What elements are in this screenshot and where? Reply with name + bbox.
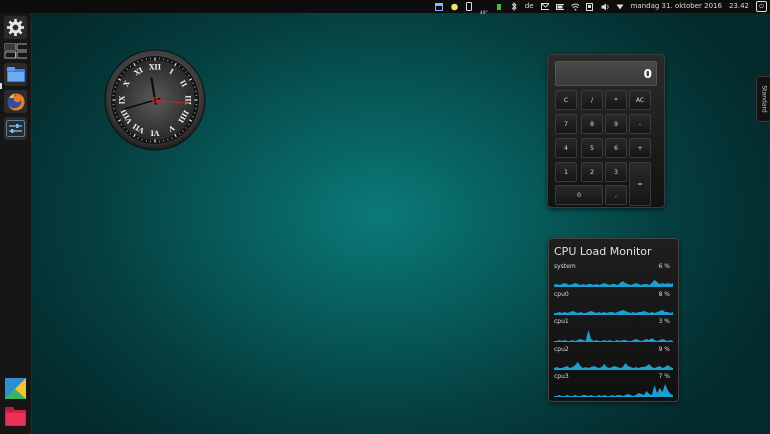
cpu-load-monitor-widget: CPU Load Monitor system 6 % cpu0 8 % cpu1 3 %… [548,238,679,402]
cpu-load-area [554,384,673,397]
green-status-icon[interactable] [495,3,503,11]
calc-key-four[interactable]: 4 [555,138,577,158]
cpu-load-area [554,330,673,342]
cpu-load-graph [554,330,673,342]
temperature-value: 49° [479,10,488,16]
calc-key-three[interactable]: 3 [605,162,627,182]
calc-key-comma[interactable]: , [605,185,627,205]
cpu-row-name: cpu0 [554,290,569,298]
calendar-icon[interactable] [434,2,443,11]
date-label[interactable]: mandag 31. oktober 2016 [631,0,722,13]
calc-key-eight[interactable]: 8 [581,114,603,134]
cpu-row-value: 6 % [658,263,670,270]
system-tray: ° 49° de mandag 31. oktober 2016 23.42 ⏻ [434,0,770,16]
folder-icon[interactable] [4,405,27,428]
analog-clock-widget[interactable]: XII I II III IIII V VI VII VIII IX X XI [103,48,207,152]
cpu-load-graph [554,280,673,287]
temperature-indicator[interactable]: ° 49° [480,0,488,20]
cpu-load-area [554,280,673,287]
power-icon[interactable]: ⏻ [756,1,767,12]
clock-numeral: XII [149,63,161,72]
dropdown-arrow-icon[interactable] [616,3,624,11]
cpu-load-area [554,361,673,370]
cpu-load-graph [554,384,673,397]
active-indicator [0,83,2,89]
calc-key-divide[interactable]: / [581,90,603,110]
files-icon[interactable] [4,63,27,86]
mail-icon[interactable] [540,3,549,11]
cpu-row-value: 7 % [658,373,670,380]
phone-icon[interactable] [465,2,473,11]
launcher [0,13,32,434]
calc-key-one[interactable]: 1 [555,162,577,182]
cpu-load-graph [554,309,673,315]
cpu-row-name: cpu1 [554,318,569,325]
side-panel-tab[interactable]: Standard [756,76,770,122]
calc-key-zero[interactable]: 0 [555,185,603,205]
calculator-widget: 0 C / * AC 7 8 9- 4 5 6 +1 2 3 = 0, [547,54,665,208]
cpu-load-area [554,309,673,315]
battery-icon[interactable] [555,3,564,11]
clock-numeral: VI [151,129,161,138]
top-panel: ° 49° de mandag 31. oktober 2016 23.42 ⏻ [0,0,770,16]
cpu-row-cpu2: cpu2 9 % [554,346,673,372]
cpu-monitor-title: CPU Load Monitor [554,245,652,258]
calc-key-all-clear[interactable]: AC [629,90,651,110]
clock-numeral: IX [118,95,127,104]
cpu-load-graph [554,361,673,370]
kde-app-icon[interactable] [4,377,27,400]
cpu-row-system: system 6 % [554,263,673,289]
cpu-row-cpu1: cpu1 3 % [554,318,673,344]
cpu-row-value: 9 % [658,345,670,353]
calc-key-minus[interactable]: - [629,114,651,134]
calc-key-clear[interactable]: C [555,90,577,110]
cpu-row-name: cpu3 [554,373,569,380]
weather-icon[interactable] [450,3,458,11]
calc-key-multiply[interactable]: * [605,90,627,110]
workspace-switcher-icon[interactable] [4,42,27,59]
cpu-row-name: cpu2 [554,345,569,353]
cpu-row-name: system [554,263,576,270]
clock-face: XII IIIIIIIIIIVVIVIIVIIIIXXXI [104,49,206,151]
sync-icon[interactable] [586,2,594,11]
calculator-display: 0 [555,61,657,86]
firefox-icon[interactable] [4,90,27,113]
cpu-row-cpu0: cpu0 8 % [554,291,673,317]
wifi-icon[interactable] [570,3,579,11]
bluetooth-icon[interactable] [510,2,518,11]
calc-key-seven[interactable]: 7 [555,114,577,134]
calc-key-six[interactable]: 6 [605,138,627,158]
cpu-row-value: 8 % [658,290,670,298]
keyboard-layout[interactable]: de [525,0,534,13]
calc-key-plus[interactable]: + [629,138,651,158]
side-panel-label: Standard [760,85,767,113]
time-label[interactable]: 23.42 [729,0,749,13]
cpu-row-cpu3: cpu3 7 % [554,373,673,399]
calc-key-five[interactable]: 5 [581,138,603,158]
calc-key-equals[interactable]: = [629,162,651,206]
calc-key-two[interactable]: 2 [581,162,603,182]
tweak-tool-icon[interactable] [4,117,27,140]
cpu-row-value: 3 % [658,318,670,325]
volume-icon[interactable] [601,3,609,11]
system-settings-icon[interactable] [4,16,27,39]
calc-key-nine[interactable]: 9 [605,114,627,134]
